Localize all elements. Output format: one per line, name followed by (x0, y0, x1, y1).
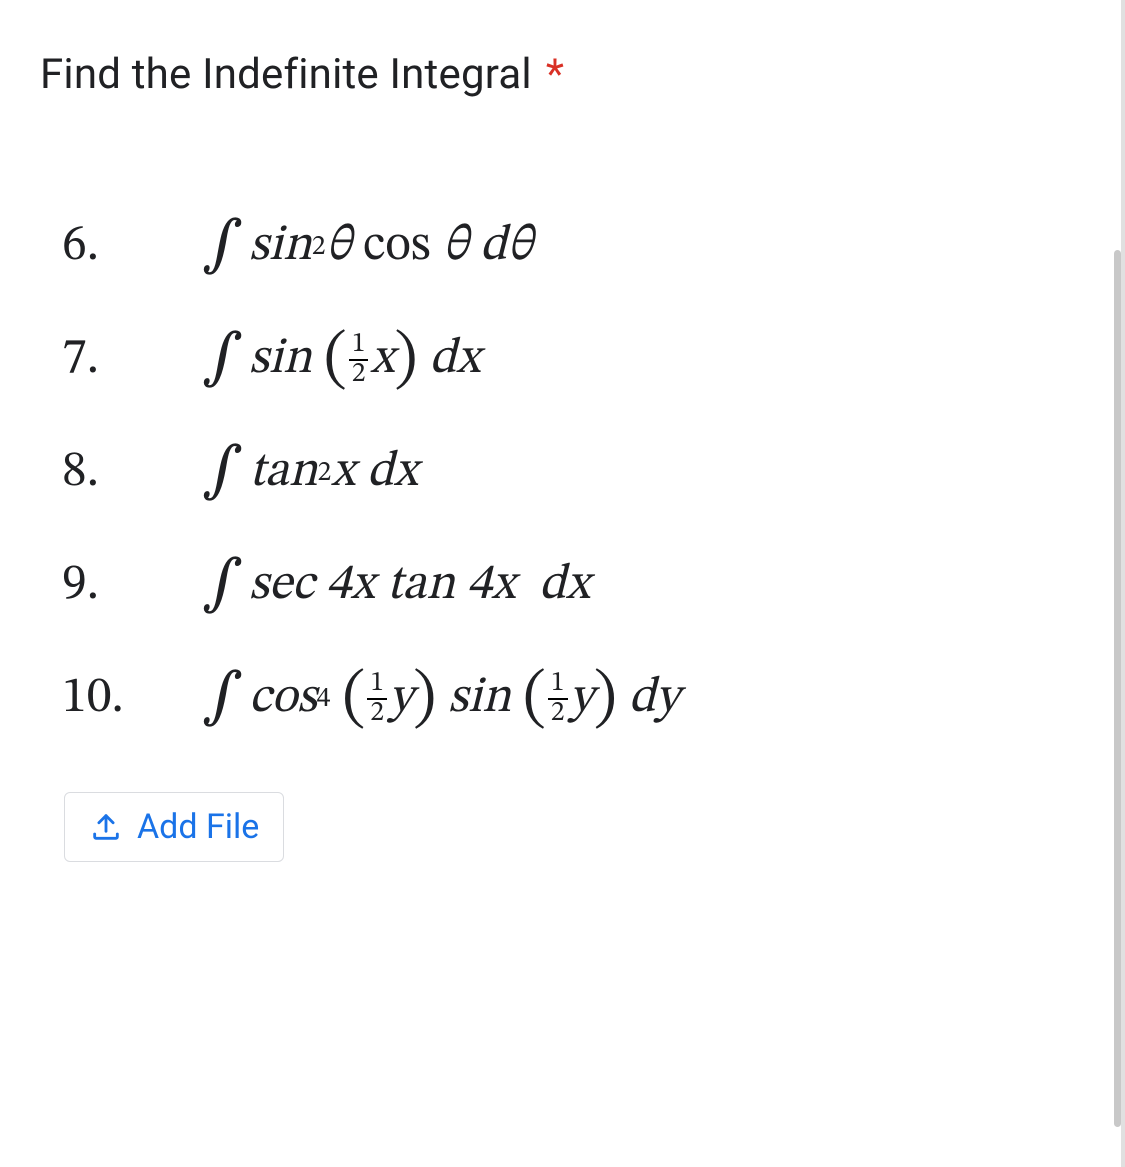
problem-expression: ∫ sin (12x) dx (202, 322, 480, 397)
problem-number: 9. (40, 554, 202, 617)
upload-icon (89, 810, 123, 844)
list-item: 10. ∫ cos4 (12y) sin (12y) dy (40, 661, 1081, 736)
problem-number: 8. (40, 441, 202, 504)
add-file-button[interactable]: Add File (64, 792, 284, 862)
problem-expression: ∫ sec 4x tan 4x dx (202, 548, 590, 623)
problem-number: 6. (40, 215, 202, 278)
problem-number: 7. (40, 328, 202, 391)
problem-number: 10. (40, 667, 202, 730)
problem-expression: ∫ cos4 (12y) sin (12y) dy (202, 661, 680, 736)
problem-list: 6. ∫ sin2θ cos θ dθ 7. ∫ sin (12x) dx 8.… (40, 209, 1081, 736)
problem-expression: ∫ sin2θ cos θ dθ (202, 209, 533, 284)
question-title-text: Find the Indefinite Integral (40, 50, 532, 99)
add-file-label: Add File (137, 807, 259, 847)
question-title: Find the Indefinite Integral * (40, 50, 1081, 99)
list-item: 8. ∫ tan2x dx (40, 435, 1081, 510)
required-asterisk: * (546, 50, 564, 99)
list-item: 9. ∫ sec 4x tan 4x dx (40, 548, 1081, 623)
form-question-card: Find the Indefinite Integral * 6. ∫ sin2… (0, 0, 1125, 1167)
list-item: 6. ∫ sin2θ cos θ dθ (40, 209, 1081, 284)
problem-expression: ∫ tan2x dx (202, 435, 418, 510)
list-item: 7. ∫ sin (12x) dx (40, 322, 1081, 397)
